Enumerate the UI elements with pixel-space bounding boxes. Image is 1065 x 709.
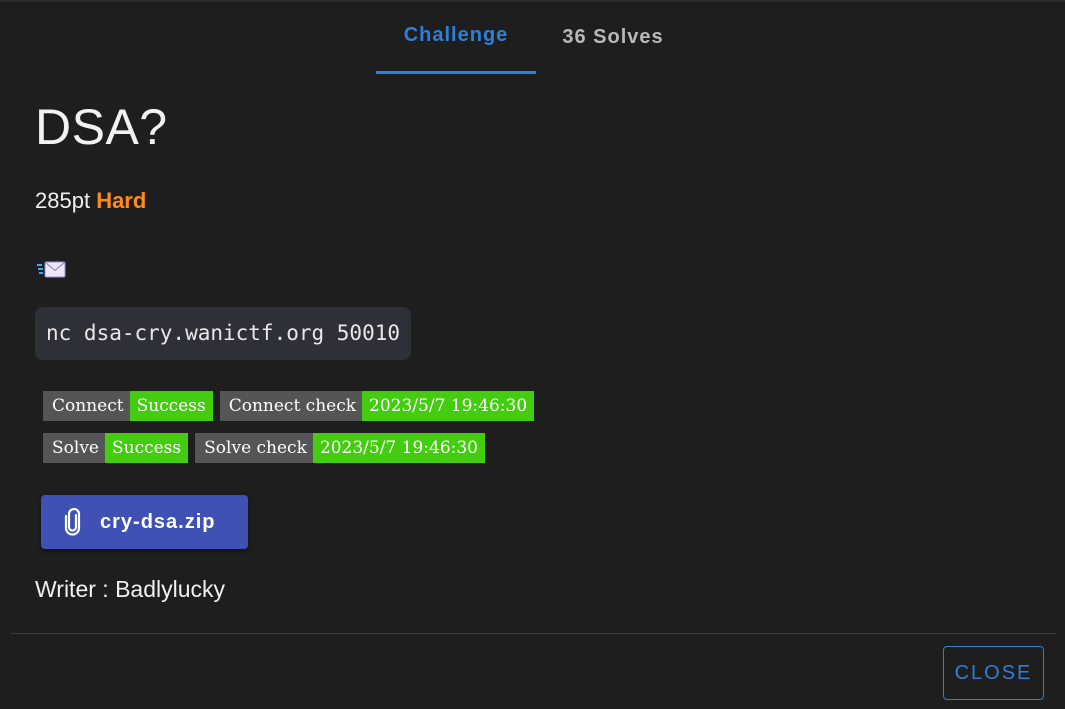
file-name: cry-dsa.zip — [100, 510, 216, 533]
badge-value: Success — [129, 391, 213, 421]
tab-bar: Challenge 36 Solves — [376, 0, 690, 74]
badge-value: 2023/5/7 19:46:30 — [362, 391, 535, 421]
envelope-with-arrow-icon — [37, 261, 66, 278]
footer-divider — [11, 633, 1056, 634]
tab-solves[interactable]: 36 Solves — [536, 0, 690, 74]
challenge-title: DSA? — [35, 99, 168, 155]
tab-challenge[interactable]: Challenge — [376, 0, 536, 74]
connection-command: nc dsa-cry.wanictf.org 50010 — [35, 307, 412, 360]
badge-value: 2023/5/7 19:46:30 — [312, 433, 485, 463]
badge-label: Solve — [43, 433, 105, 463]
points-line: 285pt Hard — [35, 188, 146, 214]
solve-check-badge: Solve check 2023/5/7 19:46:30 — [195, 433, 485, 463]
points-value: 285pt — [35, 188, 91, 213]
badge-label: Connect check — [219, 391, 363, 421]
challenge-dialog: Challenge 36 Solves DSA? 285pt Hard nc d… — [0, 0, 1065, 709]
writer-credit: Writer : Badlylucky — [35, 576, 226, 602]
paperclip-icon — [64, 508, 81, 536]
status-badge-row: Connect Success Connect check 2023/5/7 1… — [43, 391, 535, 421]
challenge-content: DSA? 285pt Hard nc dsa-cry.wanictf.org 5… — [35, 96, 1045, 602]
difficulty-label: Hard — [96, 188, 147, 213]
connect-check-badge: Connect check 2023/5/7 19:46:30 — [219, 391, 535, 421]
solve-status-badge: Solve Success — [43, 433, 189, 463]
badge-label: Solve check — [195, 433, 313, 463]
badge-value: Success — [104, 433, 189, 463]
badge-label: Connect — [43, 391, 130, 421]
connect-status-badge: Connect Success — [43, 391, 213, 421]
close-button[interactable]: CLOSE — [943, 646, 1044, 700]
status-badge-row: Solve Success Solve check 2023/5/7 19:46… — [43, 433, 485, 463]
download-file-button[interactable]: cry-dsa.zip — [41, 495, 248, 549]
